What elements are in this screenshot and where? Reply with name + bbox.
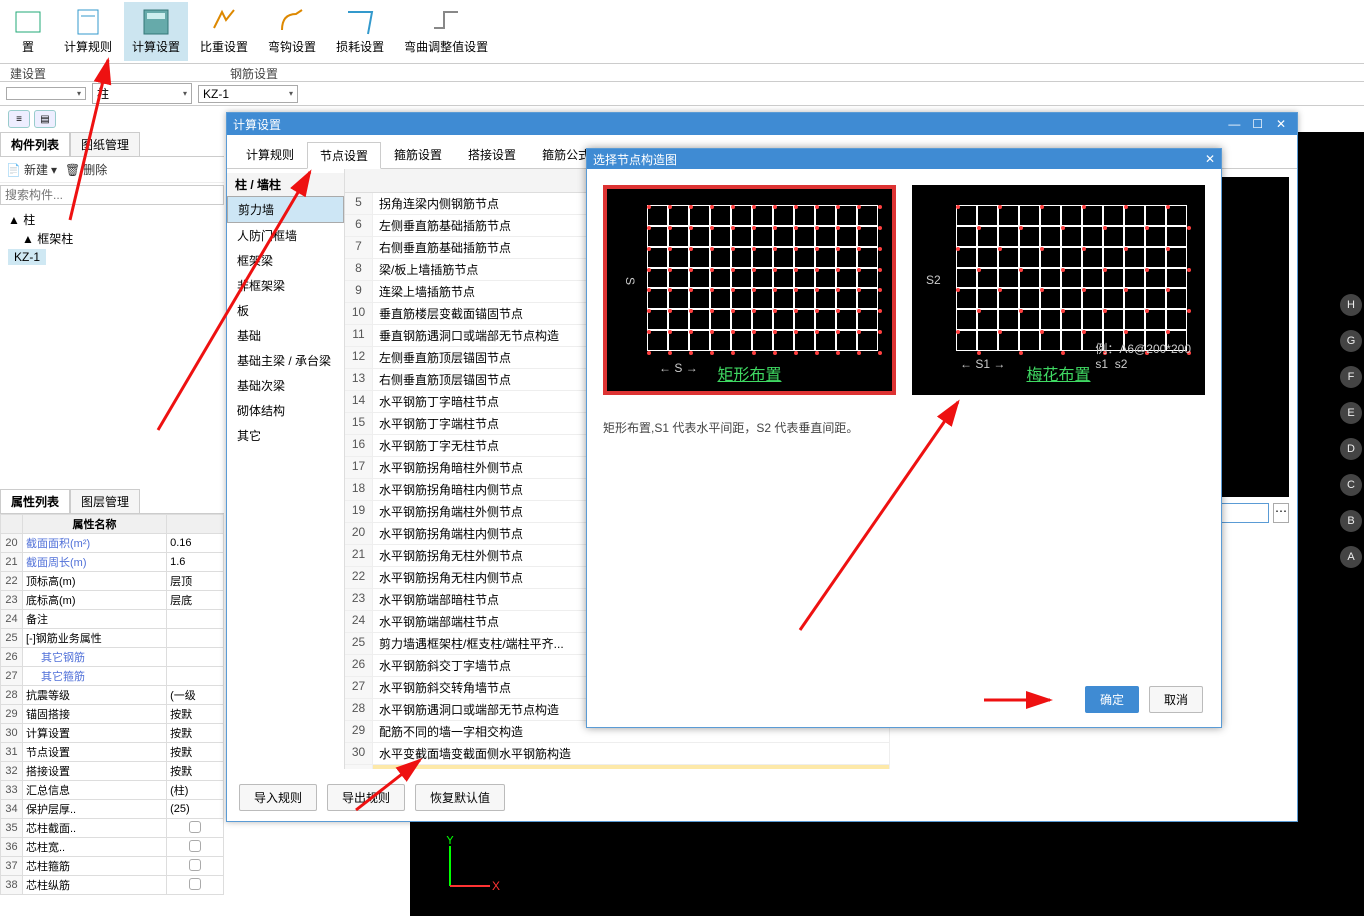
prop-row[interactable]: 24备注: [1, 610, 224, 629]
prop-row[interactable]: 22顶标高(m)层顶: [1, 572, 224, 591]
prop-row[interactable]: 31节点设置按默: [1, 743, 224, 762]
minimize-button[interactable]: —: [1224, 117, 1244, 131]
diagram-rect-label: 矩形布置: [607, 361, 892, 385]
grid-letter: B: [1340, 510, 1362, 532]
dropdown-button[interactable]: ⋯: [1273, 503, 1289, 523]
mini-icon-2[interactable]: ▤: [34, 110, 56, 128]
mini-icon-1[interactable]: ≡: [8, 110, 30, 128]
grid-letter: G: [1340, 330, 1362, 352]
tab-calc-rules[interactable]: 计算规则: [233, 141, 307, 168]
left-panel: 构件列表 图纸管理 📄新建 ▾ 🗑删除 ▲ 柱 ▲ 框架柱 KZ-1 属性列表 …: [0, 132, 224, 895]
diagram-option-rect[interactable]: S ← S → 矩形布置: [603, 185, 896, 395]
close-button[interactable]: ✕: [1271, 117, 1291, 131]
import-rules-button[interactable]: 导入规则: [239, 784, 317, 811]
delete-icon: 🗑: [65, 163, 80, 177]
prop-row[interactable]: 29锚固搭接按默: [1, 705, 224, 724]
properties-table: 属性名称 20截面面积(m²)0.1621截面周长(m)1.622顶标高(m)层…: [0, 514, 224, 895]
category-item[interactable]: 其它: [227, 423, 344, 448]
prop-row[interactable]: 33汇总信息(柱): [1, 781, 224, 800]
dialog2-note: 矩形布置,S1 代表水平间距，S2 代表垂直间距。: [587, 411, 1221, 444]
prop-row[interactable]: 23底标高(m)层底: [1, 591, 224, 610]
tree-lvl2[interactable]: ▲ 框架柱: [8, 230, 216, 247]
choose-diagram-dialog: 选择节点构造图 ✕ S ← S → 矩形布置 S2 ← S1 → 例：A6@20…: [586, 148, 1222, 728]
dialog-title: 计算设置: [233, 116, 281, 133]
grid-letter: A: [1340, 546, 1362, 568]
tab-stirrup-settings[interactable]: 箍筋设置: [381, 141, 455, 168]
tree-root[interactable]: ▲ 柱: [8, 211, 216, 228]
ok-button[interactable]: 确定: [1085, 686, 1139, 713]
grid-letter: D: [1340, 438, 1362, 460]
component-tree: ▲ 柱 ▲ 框架柱 KZ-1: [0, 207, 224, 269]
ribbon-btn-calc-settings[interactable]: 计算设置: [124, 2, 188, 61]
new-icon: 📄: [6, 163, 21, 177]
category-item[interactable]: 非框架梁: [227, 273, 344, 298]
prop-row[interactable]: 35芯柱截面..: [1, 819, 224, 838]
ribbon-btn-loss[interactable]: 损耗设置: [328, 2, 392, 61]
ribbon: 置 计算规则 计算设置 比重设置 弯钩设置 损耗设置 弯曲调整值设置: [0, 0, 1364, 64]
prop-row[interactable]: 38芯柱纵筋: [1, 876, 224, 895]
category-item[interactable]: 基础: [227, 323, 344, 348]
ribbon-btn-weight[interactable]: 比重设置: [192, 2, 256, 61]
category-item[interactable]: 基础主梁 / 承台梁: [227, 348, 344, 373]
prop-row[interactable]: 32搭接设置按默: [1, 762, 224, 781]
dialog2-title: 选择节点构造图: [593, 151, 677, 168]
new-component-button[interactable]: 📄新建 ▾: [6, 161, 57, 178]
tab-properties[interactable]: 属性列表: [0, 489, 70, 513]
diagram-option-plum[interactable]: S2 ← S1 → 例：A6@200*200s1 s2 梅花布置: [912, 185, 1205, 395]
category-item[interactable]: 人防门框墙: [227, 223, 344, 248]
side-letter-markers: HGFEDCBA: [1338, 280, 1364, 582]
maximize-button[interactable]: ☐: [1248, 117, 1268, 131]
prop-row[interactable]: 27其它箍筋: [1, 667, 224, 686]
prop-row[interactable]: 28抗震等级(一级: [1, 686, 224, 705]
prop-row[interactable]: 25[-]钢筋业务属性: [1, 629, 224, 648]
tab-component-list[interactable]: 构件列表: [0, 132, 70, 156]
select-generic[interactable]: ▾: [6, 87, 86, 100]
prop-row[interactable]: 30计算设置按默: [1, 724, 224, 743]
restore-defaults-button[interactable]: 恢复默认值: [415, 784, 505, 811]
svg-text:X: X: [492, 879, 500, 893]
select-component-id[interactable]: KZ-1▾: [198, 85, 298, 103]
ribbon-btn-0[interactable]: 置: [4, 2, 52, 61]
category-item[interactable]: 板: [227, 298, 344, 323]
tree-leaf-selected[interactable]: KZ-1: [8, 249, 46, 265]
ribbon-btn-hook[interactable]: 弯钩设置: [260, 2, 324, 61]
axis-gizmo: Y X: [440, 836, 500, 896]
category-item[interactable]: 框架梁: [227, 248, 344, 273]
grid-letter: F: [1340, 366, 1362, 388]
svg-text:Y: Y: [446, 836, 454, 847]
tab-drawing-mgmt[interactable]: 图纸管理: [70, 132, 140, 156]
delete-component-button[interactable]: 🗑删除: [65, 161, 107, 178]
prop-row[interactable]: 20截面面积(m²)0.16: [1, 534, 224, 553]
prop-row[interactable]: 26其它钢筋: [1, 648, 224, 667]
search-input[interactable]: [0, 185, 224, 205]
category-list: 柱 / 墙柱 剪力墙人防门框墙框架梁非框架梁板基础基础主梁 / 承台梁基础次梁砌…: [227, 169, 345, 769]
tab-layers[interactable]: 图层管理: [70, 489, 140, 513]
export-rules-button[interactable]: 导出规则: [327, 784, 405, 811]
category-item[interactable]: 剪力墙: [227, 196, 344, 223]
prop-row[interactable]: 34保护层厚..(25): [1, 800, 224, 819]
prop-row[interactable]: 21截面周长(m)1.6: [1, 553, 224, 572]
tab-splice-settings[interactable]: 搭接设置: [455, 141, 529, 168]
node-row[interactable]: 31剪力墙身拉筋布置构造: [345, 765, 889, 769]
ribbon-btn-calc-rules[interactable]: 计算规则: [56, 2, 120, 61]
category-item[interactable]: 基础次梁: [227, 373, 344, 398]
select-component-type[interactable]: 柱▾: [92, 83, 192, 104]
category-item[interactable]: 砌体结构: [227, 398, 344, 423]
ribbon-group-labels: 建设置钢筋设置: [0, 64, 1364, 82]
cancel-button[interactable]: 取消: [1149, 686, 1203, 713]
dialog2-close-button[interactable]: ✕: [1205, 152, 1215, 166]
grid-letter: E: [1340, 402, 1362, 424]
toolbar-secondary: ▾ 柱▾ KZ-1▾: [0, 82, 1364, 106]
tab-node-settings[interactable]: 节点设置: [307, 142, 381, 169]
node-row[interactable]: 30水平变截面墙变截面侧水平钢筋构造: [345, 743, 889, 765]
ribbon-btn-bend-adj[interactable]: 弯曲调整值设置: [396, 2, 496, 61]
diagram-plum-label: 梅花布置: [916, 361, 1201, 385]
prop-row[interactable]: 36芯柱宽..: [1, 838, 224, 857]
grid-letter: C: [1340, 474, 1362, 496]
prop-row[interactable]: 37芯柱箍筋: [1, 857, 224, 876]
grid-letter: H: [1340, 294, 1362, 316]
left-panel-tabs: 构件列表 图纸管理: [0, 132, 224, 157]
